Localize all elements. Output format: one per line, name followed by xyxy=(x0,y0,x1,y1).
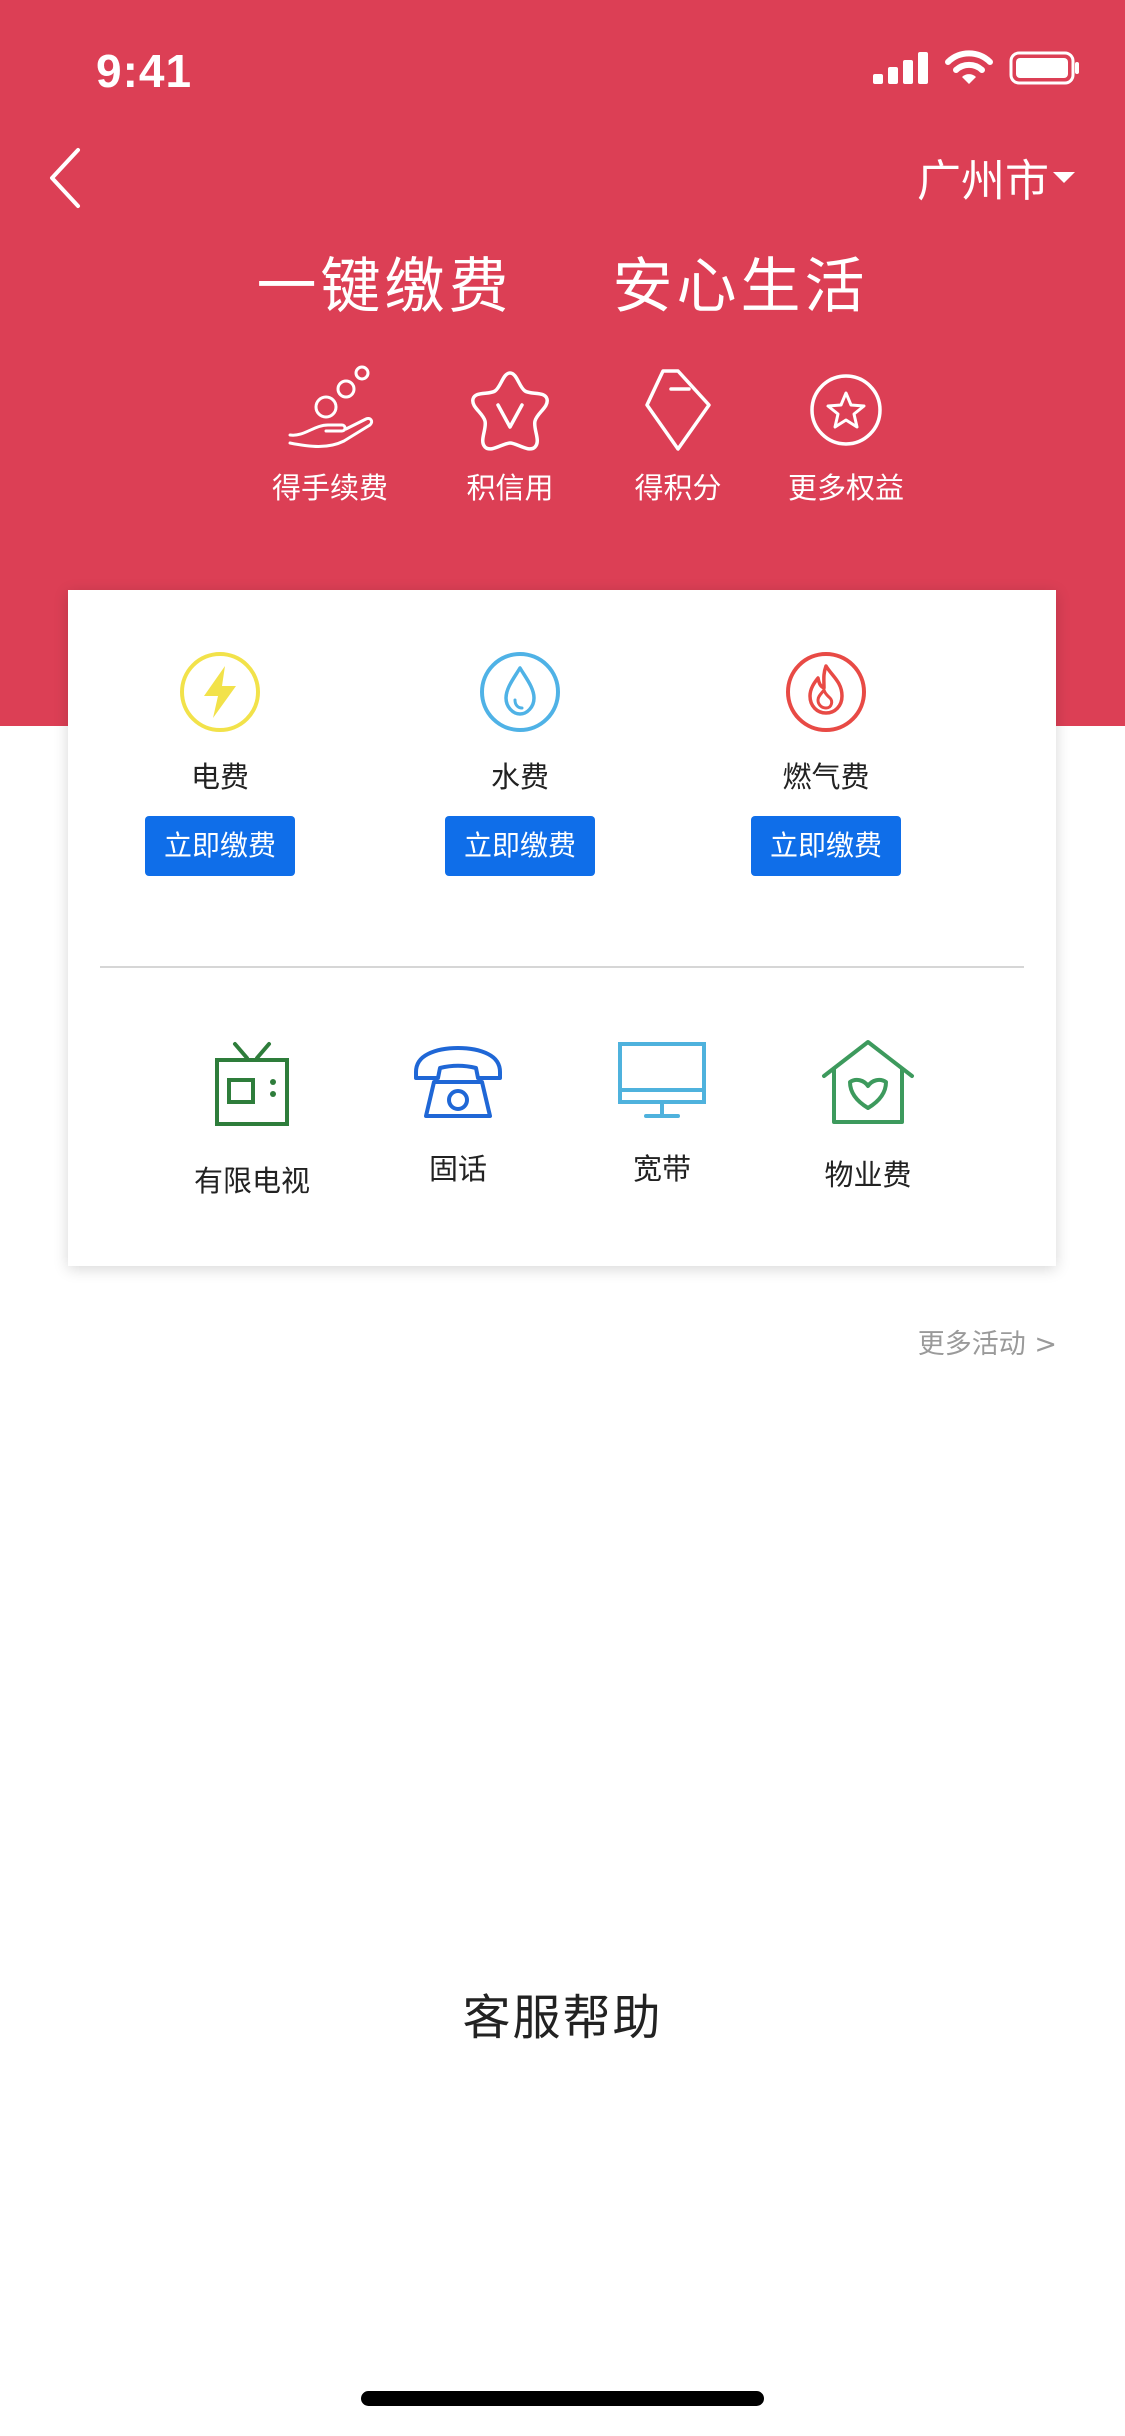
utility-gas: 燃气费 立即缴费 xyxy=(716,650,936,876)
benefit-label: 得积分 xyxy=(634,471,722,505)
house-icon xyxy=(822,1040,914,1124)
slogan-part-1: 一键缴费 xyxy=(256,252,513,322)
status-time: 9:41 xyxy=(96,45,193,97)
caret-down-icon xyxy=(1053,172,1075,183)
cellular-signal-icon xyxy=(873,52,928,84)
hand-coins-icon xyxy=(288,365,374,448)
benefit-label: 得手续费 xyxy=(271,471,388,505)
payment-card: 电费 立即缴费 水费 立即缴费 燃气费 立即缴费 有限电视 固话 宽带 物业费 xyxy=(68,590,1056,1266)
benefit-label: 更多权益 xyxy=(787,471,904,505)
benefits-row: 得手续费 积信用 得积分 更多权益 xyxy=(0,365,1125,525)
utility-label: 燃气费 xyxy=(782,760,870,794)
city-selector[interactable]: 广州市 xyxy=(917,142,1075,212)
battery-icon xyxy=(1009,51,1079,85)
benefit-fee[interactable]: 得手续费 xyxy=(240,365,420,507)
status-icons xyxy=(873,50,1081,86)
service-label: 固话 xyxy=(428,1152,487,1186)
pay-electricity-button[interactable]: 立即缴费 xyxy=(145,816,295,876)
star-v-icon xyxy=(471,371,549,451)
service-label: 物业费 xyxy=(824,1158,912,1192)
back-button[interactable] xyxy=(40,138,96,218)
city-label: 广州市 xyxy=(917,157,1049,206)
service-landline[interactable]: 固话 xyxy=(358,1038,558,1188)
customer-help-title: 客服帮助 xyxy=(462,1990,663,2046)
service-property-fee[interactable]: 物业费 xyxy=(768,1038,968,1194)
service-broadband[interactable]: 宽带 xyxy=(562,1038,762,1188)
hero-slogan: 一键缴费 安心生活 xyxy=(0,238,1125,328)
lightning-icon xyxy=(180,652,260,732)
service-label: 有限电视 xyxy=(193,1164,310,1198)
chevron-left-icon xyxy=(50,148,80,208)
water-drop-icon xyxy=(480,652,560,732)
pay-gas-button[interactable]: 立即缴费 xyxy=(751,816,901,876)
benefit-points[interactable]: 得积分 xyxy=(588,365,768,507)
tv-icon xyxy=(215,1042,289,1126)
monitor-icon xyxy=(618,1042,706,1118)
utility-label: 电费 xyxy=(190,760,249,794)
status-bar: 9:41 xyxy=(0,0,1125,132)
telephone-icon xyxy=(414,1046,502,1118)
slogan-part-2: 安心生活 xyxy=(612,252,869,322)
home-indicator[interactable] xyxy=(361,2391,764,2406)
pay-water-button[interactable]: 立即缴费 xyxy=(445,816,595,876)
service-label: 宽带 xyxy=(632,1152,691,1186)
benefit-credit[interactable]: 积信用 xyxy=(420,365,600,507)
card-divider xyxy=(100,966,1024,968)
more-activities-link[interactable]: 更多活动 > xyxy=(918,1322,1057,1361)
utility-electricity: 电费 立即缴费 xyxy=(110,650,330,876)
star-circle-icon xyxy=(810,374,882,446)
benefit-more[interactable]: 更多权益 xyxy=(756,365,936,507)
app-screen: 9:41 广州市 一键缴费 安心生活 得手续费 积信用 得积分 更多权益 电费 … xyxy=(0,0,1125,2436)
wifi-icon xyxy=(945,50,993,84)
flame-icon xyxy=(786,652,866,732)
utility-water: 水费 立即缴费 xyxy=(410,650,630,876)
service-cable-tv[interactable]: 有限电视 xyxy=(152,1038,352,1200)
utility-label: 水费 xyxy=(490,760,549,794)
benefit-label: 积信用 xyxy=(466,471,554,505)
diamond-icon xyxy=(645,369,711,451)
